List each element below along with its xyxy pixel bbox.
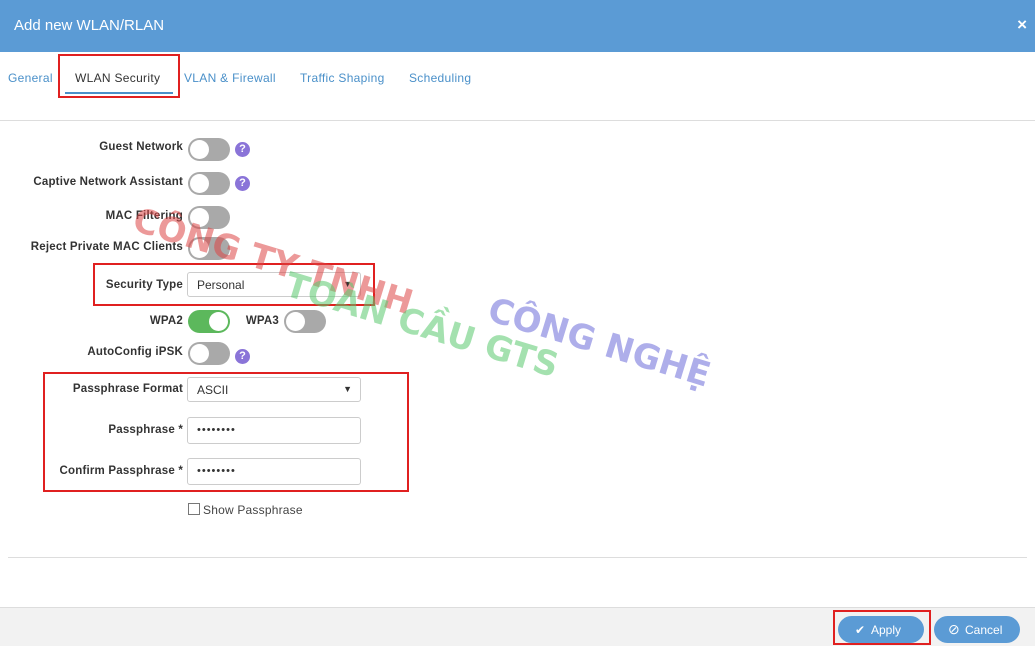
guest-network-label: Guest Network bbox=[99, 141, 183, 153]
tab-scheduling[interactable]: Scheduling bbox=[409, 71, 471, 85]
toggle-knob bbox=[209, 312, 228, 331]
mac-filtering-toggle[interactable] bbox=[188, 206, 230, 229]
toggle-knob bbox=[190, 140, 209, 159]
tab-general[interactable]: General bbox=[8, 71, 53, 85]
dialog-title: Add new WLAN/RLAN bbox=[14, 17, 165, 34]
active-tab-indicator bbox=[65, 92, 173, 94]
security-type-select[interactable]: Personal ▼ bbox=[187, 272, 361, 297]
autoconfig-ipsk-toggle[interactable] bbox=[188, 342, 230, 365]
confirm-passphrase-label: Confirm Passphrase * bbox=[59, 465, 183, 477]
apply-button[interactable]: ✔ Apply bbox=[838, 616, 924, 643]
passphrase-format-select[interactable]: ASCII ▼ bbox=[187, 377, 361, 402]
tab-bar: General WLAN Security VLAN & Firewall Tr… bbox=[0, 52, 1035, 121]
toggle-knob bbox=[286, 312, 305, 331]
cancel-icon: ⊘ bbox=[948, 621, 960, 637]
show-passphrase-label: Show Passphrase bbox=[203, 503, 303, 517]
confirm-passphrase-input[interactable]: •••••••• bbox=[187, 458, 361, 485]
autoconfig-ipsk-label: AutoConfig iPSK bbox=[87, 346, 183, 358]
passphrase-input[interactable]: •••••••• bbox=[187, 417, 361, 444]
chevron-down-icon: ▼ bbox=[343, 384, 352, 394]
wpa2-toggle[interactable] bbox=[188, 310, 230, 333]
cancel-button[interactable]: ⊘ Cancel bbox=[934, 616, 1020, 643]
show-passphrase-checkbox[interactable] bbox=[188, 503, 200, 515]
dialog-header: Add new WLAN/RLAN × bbox=[0, 0, 1035, 52]
close-icon[interactable]: × bbox=[1017, 15, 1027, 35]
wpa2-label: WPA2 bbox=[149, 315, 183, 327]
security-type-label: Security Type bbox=[105, 279, 183, 291]
reject-private-mac-toggle[interactable] bbox=[188, 237, 230, 260]
cancel-label: Cancel bbox=[965, 623, 1003, 637]
chevron-down-icon: ▼ bbox=[343, 279, 352, 289]
captive-network-assistant-toggle[interactable] bbox=[188, 172, 230, 195]
mac-filtering-label: MAC Filtering bbox=[105, 210, 183, 222]
passphrase-format-value: ASCII bbox=[197, 383, 229, 397]
autoconfig-ipsk-help-icon[interactable]: ? bbox=[235, 349, 250, 364]
toggle-knob bbox=[190, 208, 209, 227]
toggle-knob bbox=[190, 344, 209, 363]
confirm-passphrase-value: •••••••• bbox=[197, 465, 236, 477]
divider bbox=[8, 557, 1027, 558]
tab-traffic-shaping[interactable]: Traffic Shaping bbox=[300, 71, 385, 85]
passphrase-format-label: Passphrase Format bbox=[72, 383, 183, 395]
tab-vlan-firewall[interactable]: VLAN & Firewall bbox=[184, 71, 276, 85]
captive-network-assistant-label: Captive Network Assistant bbox=[33, 176, 183, 188]
guest-network-toggle[interactable] bbox=[188, 138, 230, 161]
captive-network-help-icon[interactable]: ? bbox=[235, 176, 250, 191]
passphrase-value: •••••••• bbox=[197, 424, 236, 436]
wpa3-label: WPA3 bbox=[245, 315, 279, 327]
apply-label: Apply bbox=[871, 623, 902, 637]
guest-network-help-icon[interactable]: ? bbox=[235, 142, 250, 157]
reject-private-mac-label: Reject Private MAC Clients bbox=[30, 241, 183, 253]
toggle-knob bbox=[190, 239, 209, 258]
tab-wlan-security[interactable]: WLAN Security bbox=[75, 71, 160, 85]
watermark-text-blue: CÔNG NGHỆ bbox=[483, 290, 716, 396]
toggle-knob bbox=[190, 174, 209, 193]
passphrase-label: Passphrase * bbox=[108, 424, 183, 436]
wpa3-toggle[interactable] bbox=[284, 310, 326, 333]
security-type-value: Personal bbox=[197, 278, 245, 292]
check-icon: ✔ bbox=[855, 623, 866, 637]
